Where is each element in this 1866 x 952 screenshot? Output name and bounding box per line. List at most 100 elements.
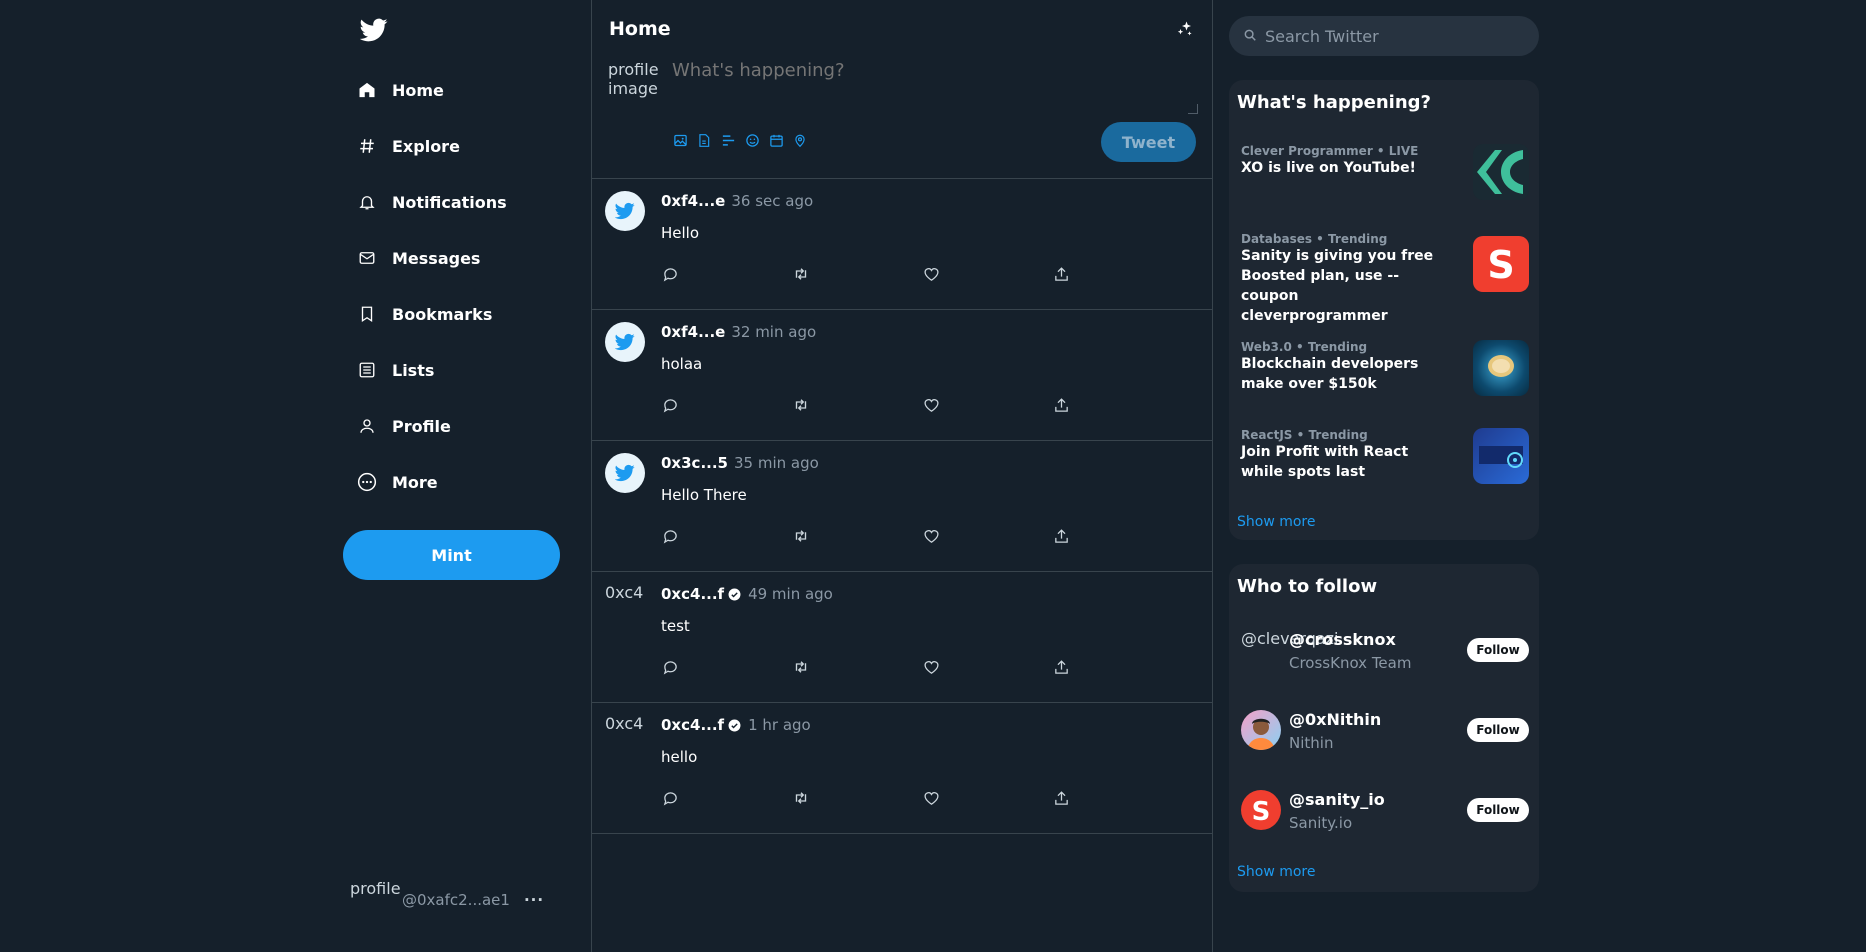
image-icon[interactable] — [672, 132, 688, 148]
right-column: What's happening? Clever Programmer • LI… — [1229, 0, 1540, 952]
tweet-item[interactable]: 0xf4...e 32 min ago holaa — [592, 310, 1212, 441]
reply-icon[interactable] — [661, 658, 679, 676]
avatar[interactable]: 0xc4 — [605, 715, 645, 755]
schedule-icon[interactable] — [768, 132, 784, 148]
home-icon — [356, 79, 378, 101]
follow-handle[interactable]: @0xNithin — [1289, 710, 1381, 729]
column-divider — [1212, 0, 1213, 952]
hashtag-icon — [356, 135, 378, 157]
tweet-timestamp: 32 min ago — [731, 323, 817, 341]
share-icon[interactable] — [1053, 265, 1071, 283]
trend-item[interactable]: ReactJS • Trending Join Profit with Reac… — [1241, 428, 1529, 484]
follow-name: Sanity.io — [1289, 814, 1353, 832]
gif-icon[interactable] — [696, 132, 712, 148]
poll-icon[interactable] — [720, 132, 736, 148]
retweet-icon[interactable] — [792, 658, 810, 676]
compose-toolbar — [672, 132, 808, 148]
tweet-timestamp: 49 min ago — [748, 585, 833, 603]
share-icon[interactable] — [1053, 789, 1071, 807]
more-options-icon[interactable]: ··· — [524, 891, 544, 909]
sidebar-item-notifications[interactable]: Notifications — [356, 182, 507, 222]
trend-item[interactable]: Databases • Trending Sanity is giving yo… — [1241, 232, 1529, 324]
compose-avatar: profile image — [608, 60, 660, 124]
heart-icon[interactable] — [922, 789, 940, 807]
avatar-alt-text: profile — [350, 880, 401, 898]
trend-title: Join Profit with React while spots last — [1241, 444, 1409, 480]
follow-handle[interactable]: @crossknox — [1289, 630, 1396, 649]
heart-icon[interactable] — [922, 396, 940, 414]
retweet-icon[interactable] — [792, 396, 810, 414]
tweet-button[interactable]: Tweet — [1101, 122, 1196, 162]
location-icon[interactable] — [792, 132, 808, 148]
heart-icon[interactable] — [922, 265, 940, 283]
follow-button[interactable]: Follow — [1467, 798, 1529, 822]
tweet-item[interactable]: 0xf4...e 36 sec ago Hello — [592, 179, 1212, 310]
reply-icon[interactable] — [661, 265, 679, 283]
tweet-author[interactable]: 0x3c...5 — [661, 454, 728, 472]
tweet-item[interactable]: 0xc4 0xc4...f 49 min ago test — [592, 572, 1212, 703]
avatar: profile — [350, 880, 402, 920]
sidebar-item-profile[interactable]: Profile — [356, 406, 451, 446]
show-more-link[interactable]: Show more — [1237, 514, 1316, 530]
reply-icon[interactable] — [661, 396, 679, 414]
sidebar-item-label: Notifications — [392, 192, 507, 212]
follow-handle[interactable]: @sanity_io — [1289, 790, 1385, 809]
sidebar-item-lists[interactable]: Lists — [356, 350, 434, 390]
share-icon[interactable] — [1053, 396, 1071, 414]
bell-icon — [356, 191, 378, 213]
retweet-icon[interactable] — [792, 789, 810, 807]
retweet-icon[interactable] — [792, 527, 810, 545]
compose-input[interactable] — [672, 60, 1198, 116]
heart-icon[interactable] — [922, 658, 940, 676]
tweet-item[interactable]: 0x3c...5 35 min ago Hello There — [592, 441, 1212, 572]
trend-thumbnail — [1473, 144, 1529, 200]
tweet-header: 0xf4...e 32 min ago — [661, 323, 816, 341]
blockchain-thumbnail — [1473, 340, 1529, 396]
trend-item[interactable]: Clever Programmer • LIVE XO is live on Y… — [1241, 144, 1529, 200]
tweet-item[interactable]: 0xc4 0xc4...f 1 hr ago hello — [592, 703, 1212, 834]
twitter-bird-icon[interactable] — [605, 453, 645, 493]
follow-suggestion: S @sanity_io Sanity.io Follow — [1241, 784, 1529, 840]
sidebar-item-messages[interactable]: Messages — [356, 238, 480, 278]
mail-icon — [356, 247, 378, 269]
tweet-author[interactable]: 0xf4...e — [661, 192, 725, 210]
heart-icon[interactable] — [922, 527, 940, 545]
tweet-text: test — [661, 617, 690, 635]
tweet-author[interactable]: 0xf4...e — [661, 323, 725, 341]
reply-icon[interactable] — [661, 527, 679, 545]
reply-icon[interactable] — [661, 789, 679, 807]
search-bar[interactable] — [1229, 16, 1539, 56]
tweet-author[interactable]: 0xc4...f — [661, 585, 724, 603]
sidebar-item-bookmarks[interactable]: Bookmarks — [356, 294, 492, 334]
trend-title: Blockchain developers make over $150k — [1241, 356, 1419, 392]
show-more-link[interactable]: Show more — [1237, 864, 1316, 880]
twitter-bird-icon[interactable] — [605, 322, 645, 362]
sidebar-item-label: Home — [392, 80, 444, 100]
sidebar-item-home[interactable]: Home — [356, 70, 444, 110]
mint-button[interactable]: Mint — [343, 530, 560, 580]
avatar[interactable]: 0xc4 — [605, 584, 645, 624]
tweet-author[interactable]: 0xc4...f — [661, 716, 724, 734]
twitter-bird-icon[interactable] — [605, 191, 645, 231]
panel-title: Who to follow — [1237, 576, 1378, 597]
account-switcher[interactable]: profile @0xafc2...ae1 ··· — [350, 878, 544, 922]
retweet-icon[interactable] — [792, 265, 810, 283]
sparkle-icon[interactable] — [1176, 20, 1196, 40]
emoji-icon[interactable] — [744, 132, 760, 148]
follow-button[interactable]: Follow — [1467, 638, 1529, 662]
resize-grip[interactable] — [1188, 104, 1198, 114]
search-input[interactable] — [1265, 26, 1525, 46]
sidebar-item-more[interactable]: More — [356, 462, 438, 502]
twitter-bird-icon[interactable] — [359, 16, 390, 46]
trend-item[interactable]: Web3.0 • Trending Blockchain developers … — [1241, 340, 1529, 396]
sidebar-item-label: More — [392, 472, 438, 492]
share-icon[interactable] — [1053, 658, 1071, 676]
follow-button[interactable]: Follow — [1467, 718, 1529, 742]
tweet-actions — [661, 396, 1071, 414]
share-icon[interactable] — [1053, 527, 1071, 545]
verified-icon — [728, 587, 742, 601]
sidebar-item-explore[interactable]: Explore — [356, 126, 460, 166]
avatar — [1241, 710, 1281, 750]
follow-name: CrossKnox Team — [1289, 654, 1412, 672]
trend-title: XO is live on YouTube! — [1241, 160, 1416, 176]
